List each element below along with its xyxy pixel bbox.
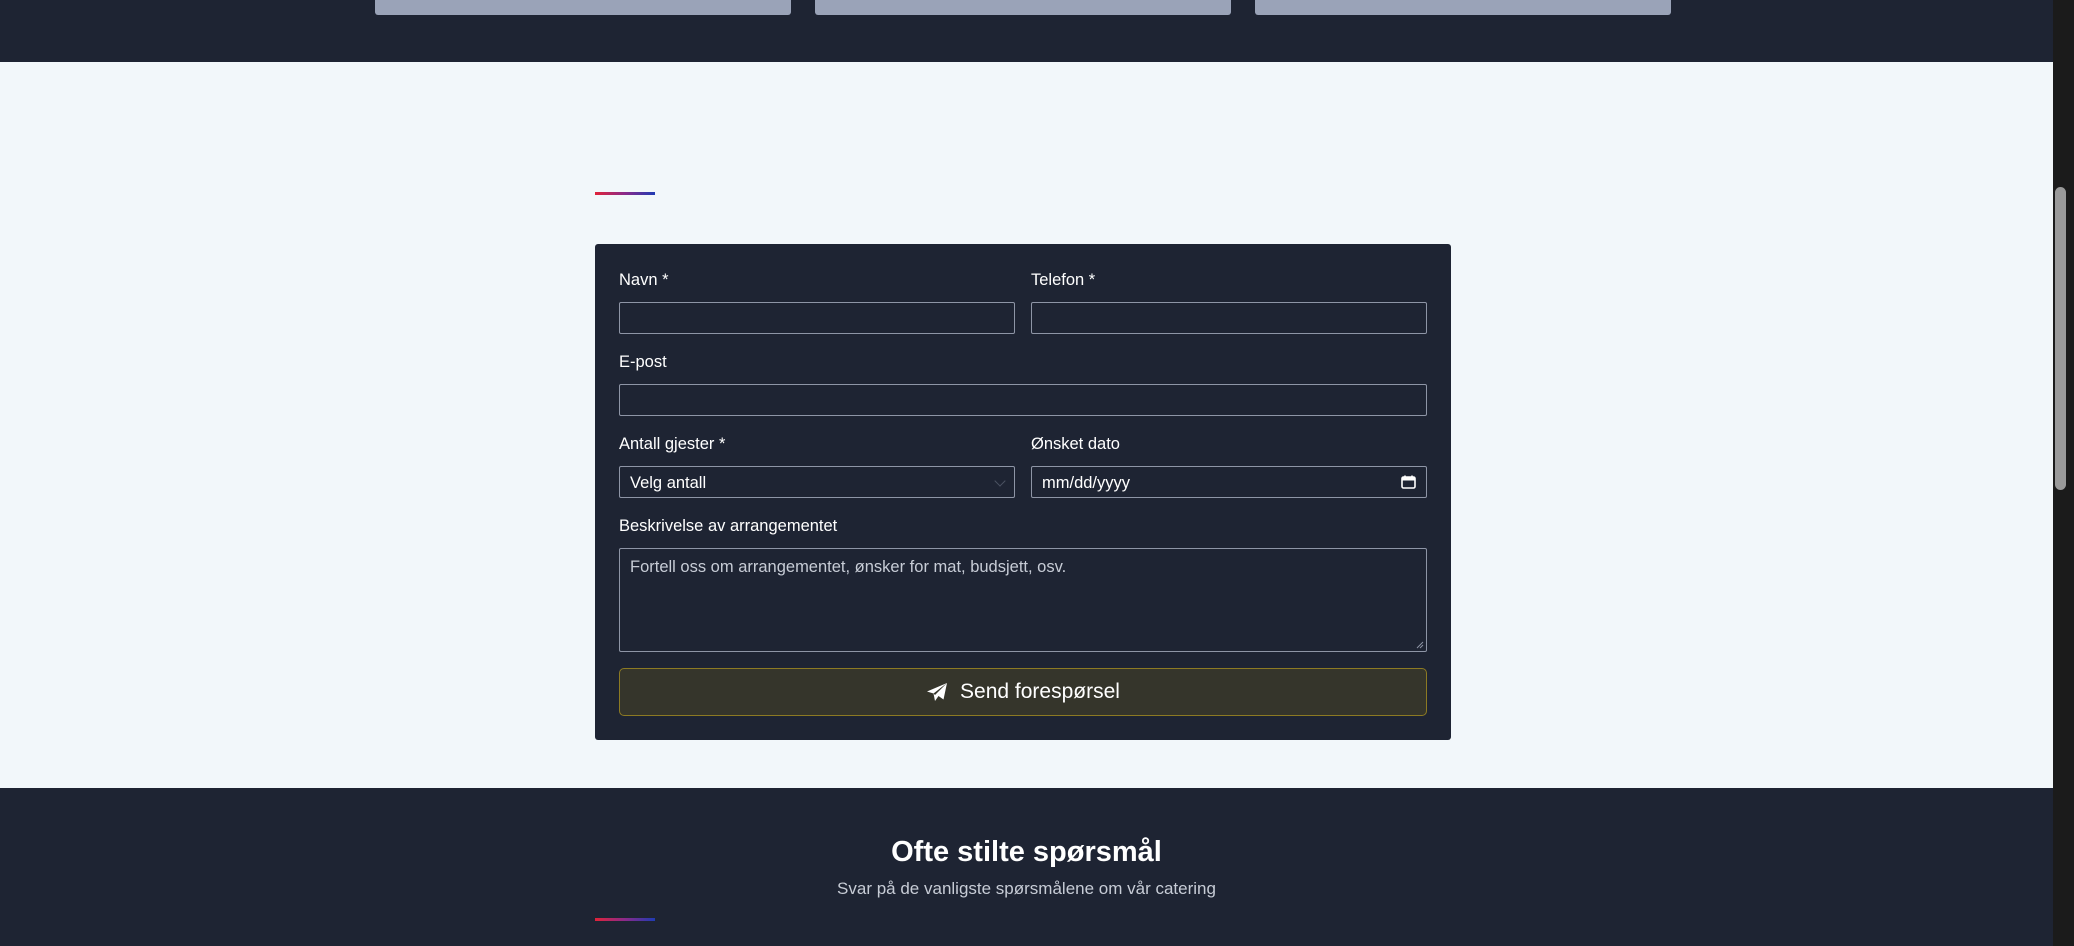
description-textarea[interactable]: Fortell oss om arrangementet, ønsker for… bbox=[619, 548, 1427, 652]
section-accent-divider bbox=[595, 192, 655, 195]
description-placeholder: Fortell oss om arrangementet, ønsker for… bbox=[630, 558, 1067, 576]
guests-label: Antall gjester * bbox=[619, 435, 726, 453]
email-label: E-post bbox=[619, 353, 667, 371]
description-label: Beskrivelse av arrangementet bbox=[619, 517, 838, 535]
guests-select[interactable]: Velg antall bbox=[619, 466, 1015, 498]
phone-input[interactable] bbox=[1031, 302, 1427, 334]
calendar-icon[interactable] bbox=[1401, 475, 1416, 489]
paper-plane-icon bbox=[927, 683, 948, 701]
name-label: Navn * bbox=[619, 271, 669, 289]
top-card bbox=[815, 0, 1231, 15]
scrollbar-thumb[interactable] bbox=[2055, 187, 2066, 490]
top-section bbox=[0, 0, 2053, 62]
date-label: Ønsket dato bbox=[1031, 435, 1120, 453]
date-input[interactable]: mm/dd/yyyy bbox=[1031, 466, 1427, 498]
faq-subtitle: Svar på de vanligste spørsmålene om vår … bbox=[837, 879, 1216, 898]
chevron-down-icon bbox=[994, 475, 1006, 487]
name-input[interactable] bbox=[619, 302, 1015, 334]
faq-title: Ofte stilte spørsmål bbox=[891, 836, 1162, 868]
date-input-placeholder: mm/dd/yyyy bbox=[1042, 474, 1131, 492]
top-card bbox=[1255, 0, 1671, 15]
phone-label: Telefon * bbox=[1031, 271, 1096, 289]
send-request-button[interactable]: Send forespørsel bbox=[619, 668, 1427, 716]
top-card bbox=[375, 0, 791, 15]
faq-accent-divider bbox=[595, 918, 655, 921]
resize-handle-icon[interactable] bbox=[1416, 641, 1424, 649]
email-input[interactable] bbox=[619, 384, 1427, 416]
send-request-label: Send forespørsel bbox=[960, 680, 1120, 703]
guests-select-value: Velg antall bbox=[630, 474, 707, 492]
